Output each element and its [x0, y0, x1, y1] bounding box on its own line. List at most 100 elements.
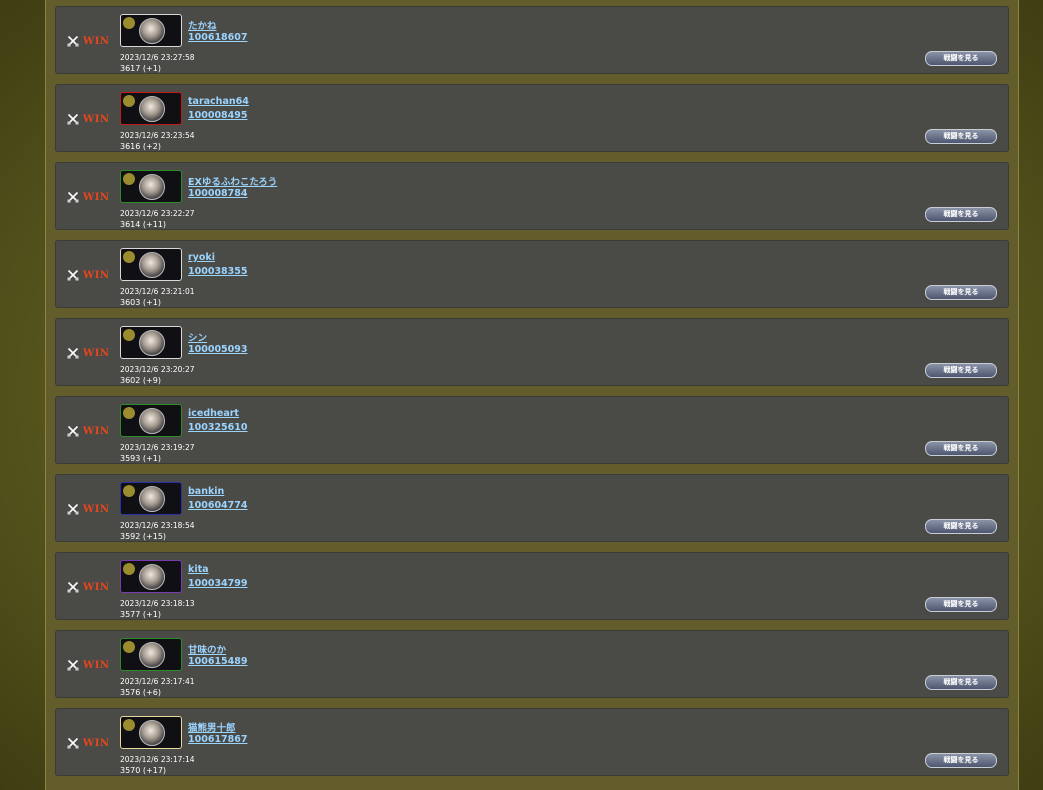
crossed-swords-icon: [67, 113, 79, 125]
opponent-deck-avatar: [120, 248, 182, 281]
leader-portrait-icon: [139, 18, 165, 44]
win-label: WIN: [83, 347, 110, 359]
leader-portrait-icon: [139, 564, 165, 590]
view-battle-button[interactable]: 戦闘を見る: [925, 285, 997, 300]
rating-score: 3616 (+2): [120, 142, 161, 151]
deck-emblem-icon: [123, 173, 135, 185]
leader-portrait-icon: [139, 720, 165, 746]
opponent-id-link[interactable]: 100615489: [188, 656, 248, 667]
opponent-name-link[interactable]: ryoki: [188, 252, 215, 263]
view-battle-button[interactable]: 戦闘を見る: [925, 441, 997, 456]
rating-score: 3593 (+1): [120, 454, 161, 463]
battle-result: WIN: [67, 424, 110, 438]
opponent-id-link[interactable]: 100005093: [188, 344, 248, 355]
crossed-swords-icon: [67, 737, 79, 749]
battle-result: WIN: [67, 502, 110, 516]
battle-row: WIN ryoki 100038355 2023/12/6 23:21:01 3…: [55, 240, 1009, 308]
deck-emblem-icon: [123, 641, 135, 653]
view-battle-button[interactable]: 戦闘を見る: [925, 519, 997, 534]
battle-result: WIN: [67, 268, 110, 282]
deck-emblem-icon: [123, 563, 135, 575]
opponent-deck-avatar: [120, 560, 182, 593]
crossed-swords-icon: [67, 581, 79, 593]
opponent-name-link[interactable]: 甘味のか: [188, 642, 226, 656]
opponent-id-link[interactable]: 100618607: [188, 32, 248, 43]
opponent-deck-avatar: [120, 716, 182, 749]
view-battle-button[interactable]: 戦闘を見る: [925, 675, 997, 690]
win-label: WIN: [83, 425, 110, 437]
battle-timestamp: 2023/12/6 23:22:27: [120, 209, 195, 218]
battle-row: WIN icedheart 100325610 2023/12/6 23:19:…: [55, 396, 1009, 464]
battle-result: WIN: [67, 34, 110, 48]
leader-portrait-icon: [139, 174, 165, 200]
rating-score: 3617 (+1): [120, 64, 161, 73]
opponent-deck-avatar: [120, 92, 182, 125]
opponent-deck-avatar: [120, 482, 182, 515]
opponent-id-link[interactable]: 100325610: [188, 422, 248, 433]
battle-result: WIN: [67, 658, 110, 672]
opponent-name-link[interactable]: 猫熊男十郎: [188, 720, 236, 734]
opponent-id-link[interactable]: 100008495: [188, 110, 248, 121]
battle-timestamp: 2023/12/6 23:18:13: [120, 599, 195, 608]
leader-portrait-icon: [139, 642, 165, 668]
opponent-name-link[interactable]: kita: [188, 564, 209, 575]
deck-emblem-icon: [123, 95, 135, 107]
opponent-deck-avatar: [120, 326, 182, 359]
win-label: WIN: [83, 35, 110, 47]
opponent-id-link[interactable]: 100038355: [188, 266, 248, 277]
battle-row: WIN たかね 100618607 2023/12/6 23:27:58 361…: [55, 6, 1009, 74]
opponent-name-link[interactable]: bankin: [188, 486, 224, 497]
opponent-name-link[interactable]: icedheart: [188, 408, 239, 419]
opponent-id-link[interactable]: 100008784: [188, 188, 248, 199]
leader-portrait-icon: [139, 96, 165, 122]
battle-history-panel: WIN たかね 100618607 2023/12/6 23:27:58 361…: [45, 0, 1019, 790]
opponent-id-link[interactable]: 100604774: [188, 500, 248, 511]
crossed-swords-icon: [67, 659, 79, 671]
rating-score: 3576 (+6): [120, 688, 161, 697]
view-battle-button[interactable]: 戦闘を見る: [925, 753, 997, 768]
battle-row: WIN シン 100005093 2023/12/6 23:20:27 3602…: [55, 318, 1009, 386]
deck-emblem-icon: [123, 329, 135, 341]
opponent-name-link[interactable]: tarachan64: [188, 96, 249, 107]
battle-result: WIN: [67, 112, 110, 126]
view-battle-button[interactable]: 戦闘を見る: [925, 129, 997, 144]
crossed-swords-icon: [67, 35, 79, 47]
battle-timestamp: 2023/12/6 23:17:14: [120, 755, 195, 764]
view-battle-button[interactable]: 戦闘を見る: [925, 597, 997, 612]
rating-score: 3577 (+1): [120, 610, 161, 619]
view-battle-button[interactable]: 戦闘を見る: [925, 51, 997, 66]
opponent-name-link[interactable]: シン: [188, 330, 207, 344]
crossed-swords-icon: [67, 191, 79, 203]
leader-portrait-icon: [139, 252, 165, 278]
opponent-deck-avatar: [120, 404, 182, 437]
crossed-swords-icon: [67, 425, 79, 437]
opponent-name-link[interactable]: EXゆるふわこたろう: [188, 174, 277, 188]
crossed-swords-icon: [67, 269, 79, 281]
rating-score: 3602 (+9): [120, 376, 161, 385]
view-battle-button[interactable]: 戦闘を見る: [925, 207, 997, 222]
crossed-swords-icon: [67, 503, 79, 515]
opponent-id-link[interactable]: 100617867: [188, 734, 248, 745]
leader-portrait-icon: [139, 330, 165, 356]
battle-row: WIN 猫熊男十郎 100617867 2023/12/6 23:17:14 3…: [55, 708, 1009, 776]
battle-timestamp: 2023/12/6 23:19:27: [120, 443, 195, 452]
opponent-id-link[interactable]: 100034799: [188, 578, 248, 589]
battle-row: WIN bankin 100604774 2023/12/6 23:18:54 …: [55, 474, 1009, 542]
win-label: WIN: [83, 191, 110, 203]
rating-score: 3570 (+17): [120, 766, 167, 775]
battle-row: WIN EXゆるふわこたろう 100008784 2023/12/6 23:22…: [55, 162, 1009, 230]
battle-result: WIN: [67, 190, 110, 204]
battle-timestamp: 2023/12/6 23:17:41: [120, 677, 195, 686]
battle-row: WIN tarachan64 100008495 2023/12/6 23:23…: [55, 84, 1009, 152]
battle-timestamp: 2023/12/6 23:18:54: [120, 521, 195, 530]
deck-emblem-icon: [123, 407, 135, 419]
view-battle-button[interactable]: 戦闘を見る: [925, 363, 997, 378]
win-label: WIN: [83, 113, 110, 125]
leader-portrait-icon: [139, 486, 165, 512]
opponent-name-link[interactable]: たかね: [188, 18, 217, 32]
rating-score: 3603 (+1): [120, 298, 161, 307]
opponent-deck-avatar: [120, 14, 182, 47]
battle-row: WIN kita 100034799 2023/12/6 23:18:13 35…: [55, 552, 1009, 620]
battle-timestamp: 2023/12/6 23:20:27: [120, 365, 195, 374]
deck-emblem-icon: [123, 719, 135, 731]
